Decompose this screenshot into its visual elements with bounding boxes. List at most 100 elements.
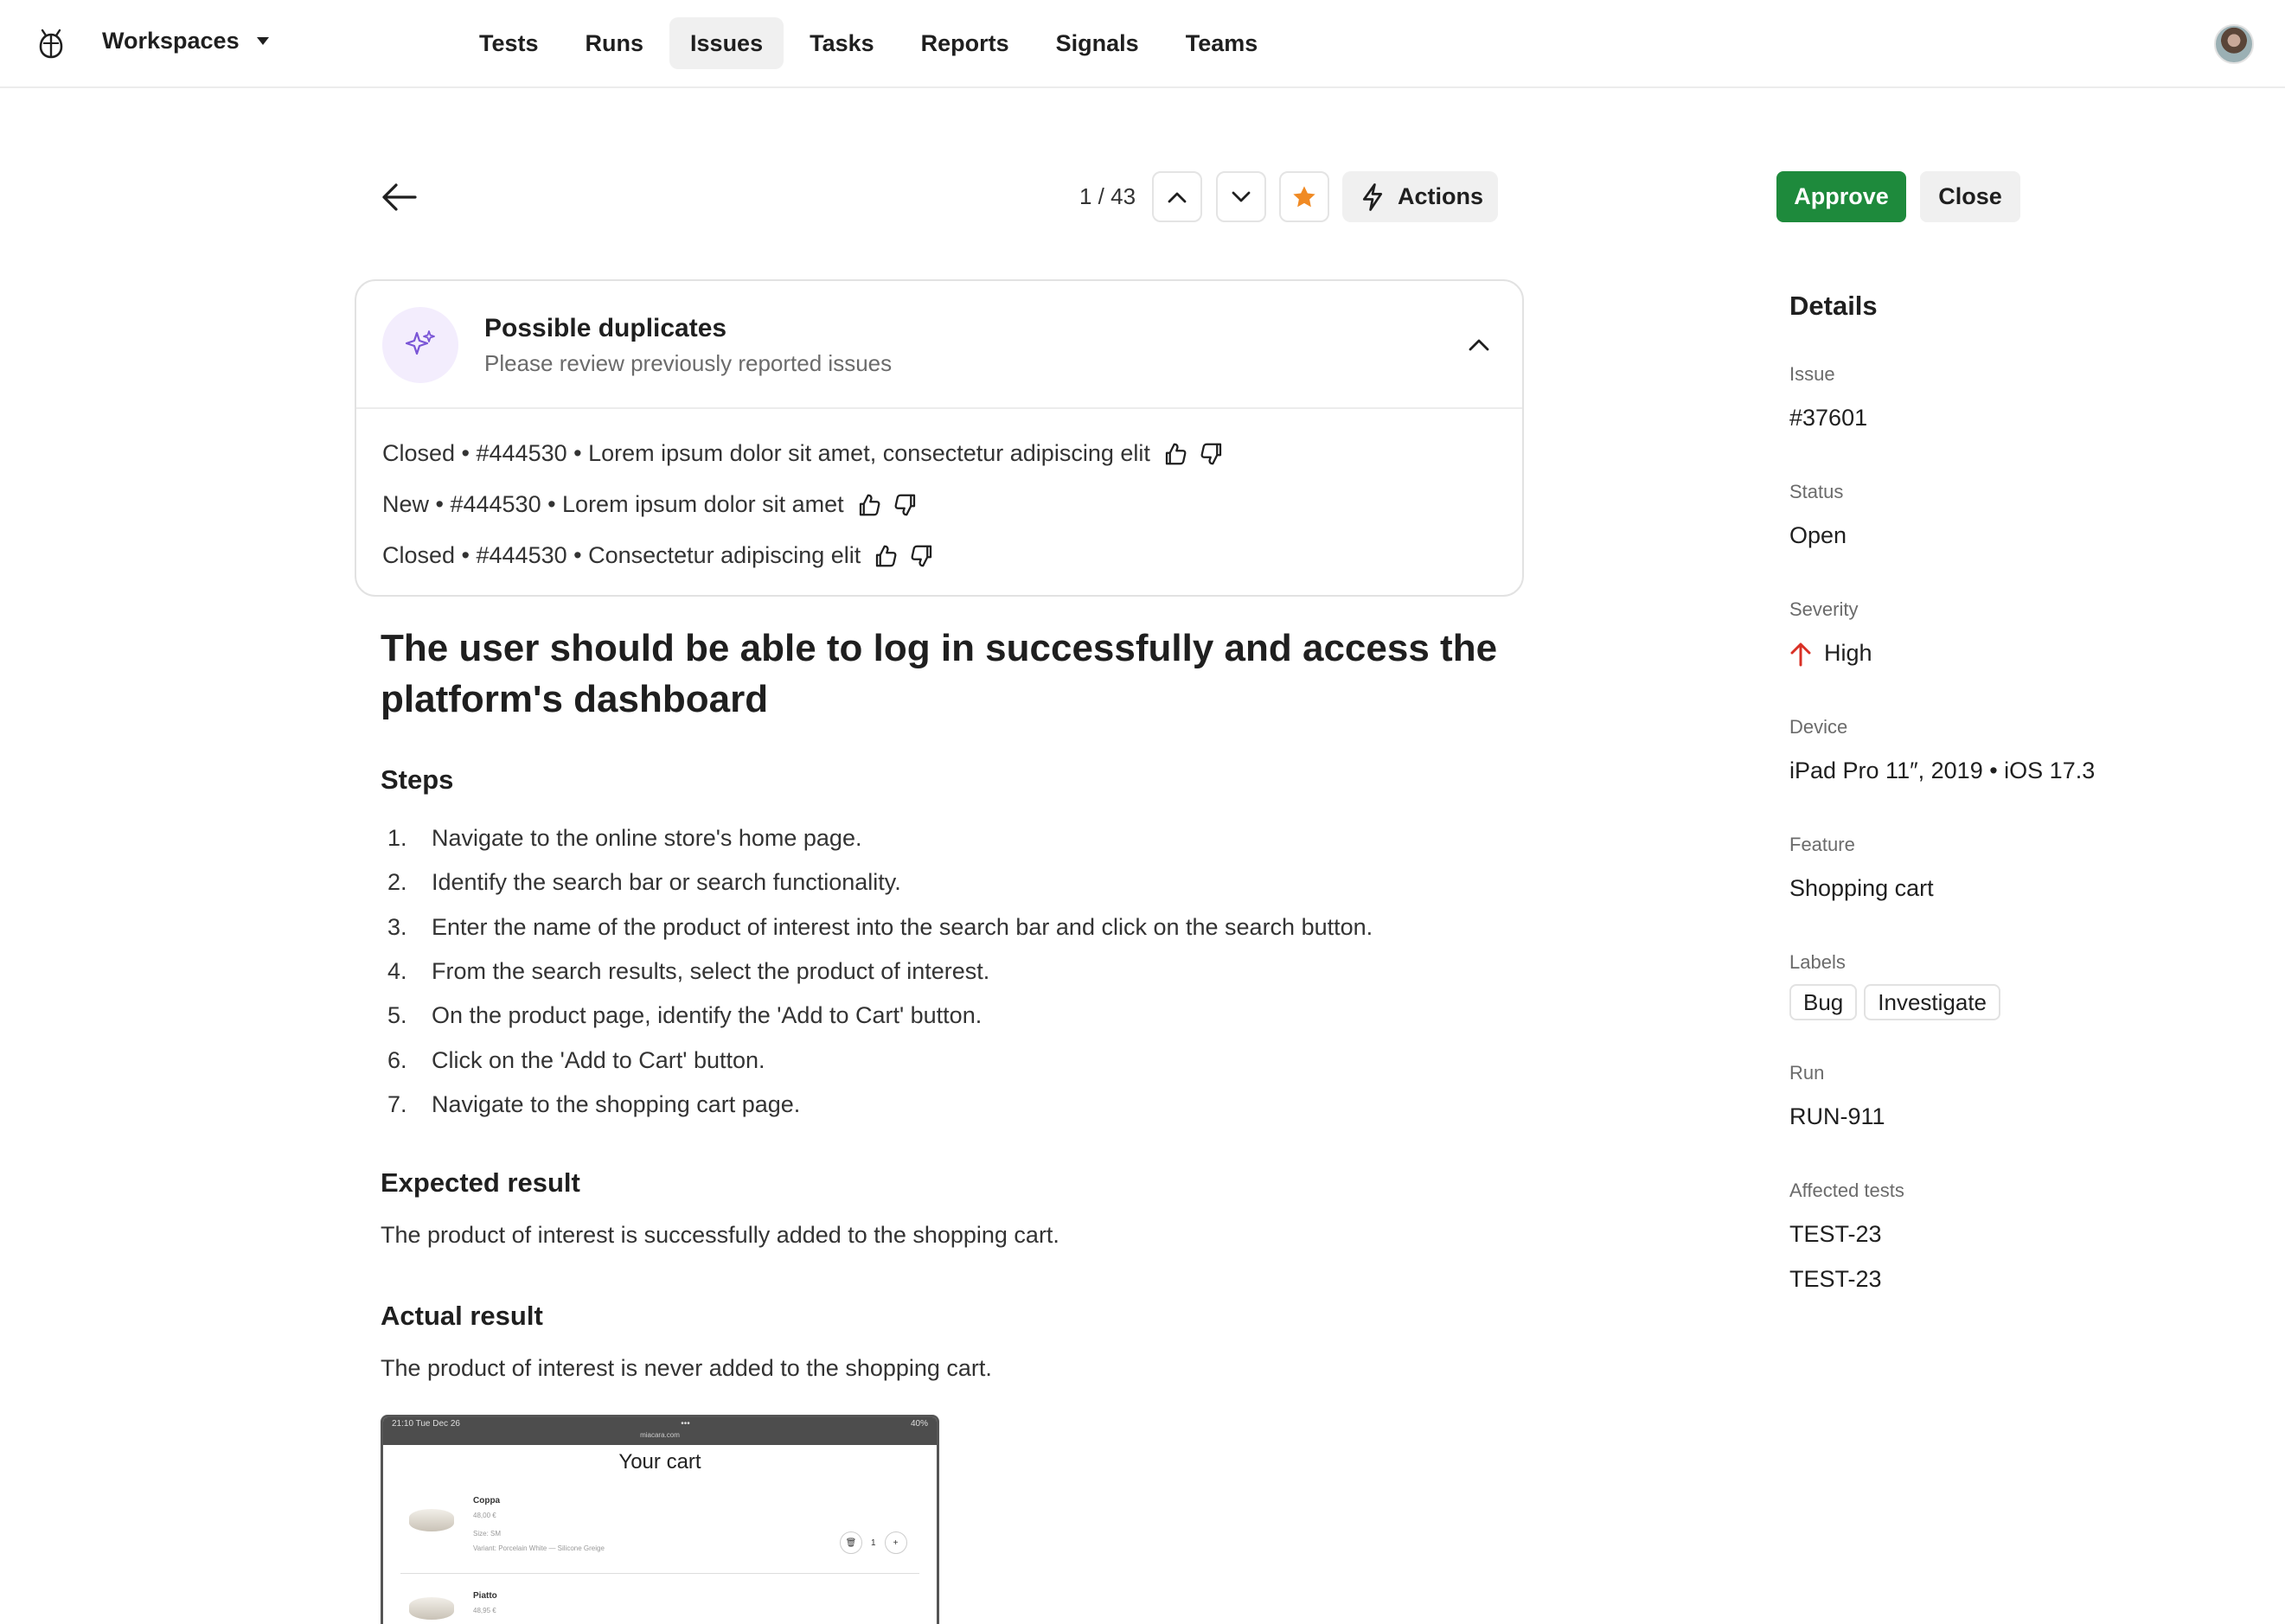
- thumbs-down-icon[interactable]: [1199, 441, 1225, 467]
- issue-id-value: #37601: [1789, 405, 1868, 431]
- cart-divider: [400, 1573, 919, 1574]
- product-image: [409, 1597, 454, 1620]
- step-number: 7.: [387, 1090, 407, 1117]
- cart-title: Your cart: [618, 1450, 701, 1474]
- labels-list: Bug Investigate: [1789, 984, 2007, 1020]
- step-text: Navigate to the shopping cart page.: [432, 1090, 801, 1117]
- feature-label: Feature: [1789, 834, 1855, 855]
- nav-tasks[interactable]: Tasks: [789, 17, 895, 69]
- step-text: From the search results, select the prod…: [432, 958, 990, 985]
- trash-icon: 🗑: [840, 1531, 862, 1554]
- previous-issue-button[interactable]: [1152, 171, 1202, 222]
- caret-down-icon: [256, 37, 269, 45]
- device-url: miacara.com: [640, 1431, 680, 1439]
- labels-label: Labels: [1789, 951, 1846, 973]
- step-item: 7. Navigate to the shopping cart page.: [381, 1083, 1373, 1127]
- issue-counter: 1 / 43: [1079, 183, 1136, 209]
- step-text: Navigate to the online store's home page…: [432, 825, 862, 852]
- product-variant: Variant: Porcelain White — Silicone Grei…: [473, 1544, 605, 1552]
- device-value: iPad Pro 11″, 2019 • iOS 17.3: [1789, 758, 2096, 783]
- step-text: On the product page, identify the 'Add t…: [432, 1002, 982, 1029]
- step-number: 1.: [387, 825, 407, 852]
- feature-value[interactable]: Shopping cart: [1789, 875, 1934, 902]
- close-button[interactable]: Close: [1920, 171, 2020, 222]
- details-heading: Details: [1789, 291, 1878, 321]
- severity-label: Severity: [1789, 598, 1859, 620]
- step-text: Enter the name of the product of interes…: [432, 913, 1373, 940]
- label-chip-investigate[interactable]: Investigate: [1864, 984, 2001, 1020]
- thumbs-down-icon[interactable]: [893, 492, 918, 518]
- step-text: Identify the search bar or search functi…: [432, 869, 901, 896]
- nav-signals[interactable]: Signals: [1035, 17, 1160, 69]
- thumbs-up-icon[interactable]: [856, 492, 882, 518]
- step-item: 2. Identify the search bar or search func…: [381, 860, 1373, 905]
- duplicates-subtitle: Please review previously reported issues: [484, 350, 893, 376]
- cart-item: Coppa 48,00 € Size: SM Variant: Porcelai…: [409, 1493, 605, 1556]
- cart-item: Piatto 48,95 €: [409, 1589, 497, 1620]
- quantity-stepper: 🗑 1 +: [840, 1531, 907, 1554]
- status-time: 21:10 Tue Dec 26: [392, 1419, 460, 1429]
- favorite-button[interactable]: [1279, 171, 1329, 222]
- star-icon: [1293, 185, 1315, 207]
- lightning-icon: [1362, 182, 1383, 211]
- step-item: 5. On the product page, identify the 'Add…: [381, 994, 1373, 1038]
- step-number: 4.: [387, 958, 407, 985]
- duplicates-header: Possible duplicates Please review previo…: [356, 281, 1522, 409]
- chevron-up-icon[interactable]: [1465, 333, 1493, 357]
- chevron-up-icon: [1168, 192, 1187, 202]
- status-value[interactable]: Open: [1789, 522, 1847, 549]
- workspace-label: Workspaces: [102, 28, 240, 54]
- affected-tests-label: Affected tests: [1789, 1180, 1904, 1201]
- actions-button[interactable]: Actions: [1342, 171, 1498, 222]
- step-item: 1. Navigate to the online store's home pa…: [381, 816, 1373, 860]
- severity-value[interactable]: High: [1789, 640, 1872, 667]
- approve-button[interactable]: Approve: [1776, 171, 1906, 222]
- nav-teams[interactable]: Teams: [1165, 17, 1279, 69]
- duplicate-item: Closed • #444530 • Consectetur adipiscin…: [382, 530, 1225, 581]
- status-battery: 40%: [910, 1419, 928, 1429]
- app-logo-icon[interactable]: [35, 28, 67, 61]
- severity-text: High: [1824, 640, 1872, 666]
- nav-tests[interactable]: Tests: [458, 17, 560, 69]
- back-arrow-icon[interactable]: [377, 176, 420, 218]
- affected-test-link[interactable]: TEST-23: [1789, 1221, 1882, 1248]
- nav-reports[interactable]: Reports: [900, 17, 1030, 69]
- actual-result-heading: Actual result: [381, 1301, 543, 1331]
- main-nav: Tests Runs Issues Tasks Reports Signals …: [458, 17, 1278, 69]
- nav-issues[interactable]: Issues: [669, 17, 784, 69]
- product-price: 48,00 €: [473, 1512, 496, 1519]
- status-dots: •••: [681, 1419, 690, 1429]
- step-number: 3.: [387, 913, 407, 940]
- duplicate-item-text[interactable]: New • #444530 • Lorem ipsum dolor sit am…: [382, 491, 844, 518]
- product-image: [409, 1509, 454, 1531]
- affected-test-link[interactable]: TEST-23: [1789, 1266, 1882, 1293]
- plus-icon: +: [884, 1531, 907, 1554]
- run-label: Run: [1789, 1062, 1825, 1084]
- nav-runs[interactable]: Runs: [565, 17, 665, 69]
- thumbs-up-icon[interactable]: [873, 543, 899, 569]
- next-issue-button[interactable]: [1216, 171, 1266, 222]
- label-chip-bug[interactable]: Bug: [1789, 984, 1858, 1020]
- thumbs-down-icon[interactable]: [909, 543, 935, 569]
- device-label: Device: [1789, 716, 1848, 738]
- possible-duplicates-card: Possible duplicates Please review previo…: [355, 279, 1524, 597]
- sparkle-icon: [405, 330, 435, 355]
- attachment-screenshot[interactable]: 21:10 Tue Dec 26 ••• 40% miacara.com You…: [381, 1415, 939, 1624]
- issue-title: The user should be able to log in succes…: [381, 627, 1498, 720]
- top-navigation-bar: Workspaces Tests Runs Issues Tasks Repor…: [0, 0, 2285, 88]
- product-info: Coppa 48,00 € Size: SM Variant: Porcelai…: [473, 1493, 605, 1556]
- step-text: Click on the 'Add to Cart' button.: [432, 1046, 765, 1073]
- user-avatar[interactable]: [2214, 24, 2254, 64]
- product-price: 48,95 €: [473, 1607, 496, 1614]
- duplicate-item-text[interactable]: Closed • #444530 • Lorem ipsum dolor sit…: [382, 440, 1150, 467]
- status-label: Status: [1789, 481, 1844, 502]
- run-link[interactable]: RUN-911: [1789, 1103, 1885, 1130]
- actual-result-text: The product of interest is never added t…: [381, 1355, 992, 1381]
- product-name: Piatto: [473, 1591, 497, 1601]
- duplicates-list: Closed • #444530 • Lorem ipsum dolor sit…: [382, 428, 1225, 581]
- workspace-switcher[interactable]: Workspaces: [102, 28, 269, 54]
- issue-id-label: Issue: [1789, 363, 1835, 385]
- product-info: Piatto 48,95 €: [473, 1589, 497, 1618]
- duplicate-item-text[interactable]: Closed • #444530 • Consectetur adipiscin…: [382, 542, 861, 569]
- thumbs-up-icon[interactable]: [1162, 441, 1188, 467]
